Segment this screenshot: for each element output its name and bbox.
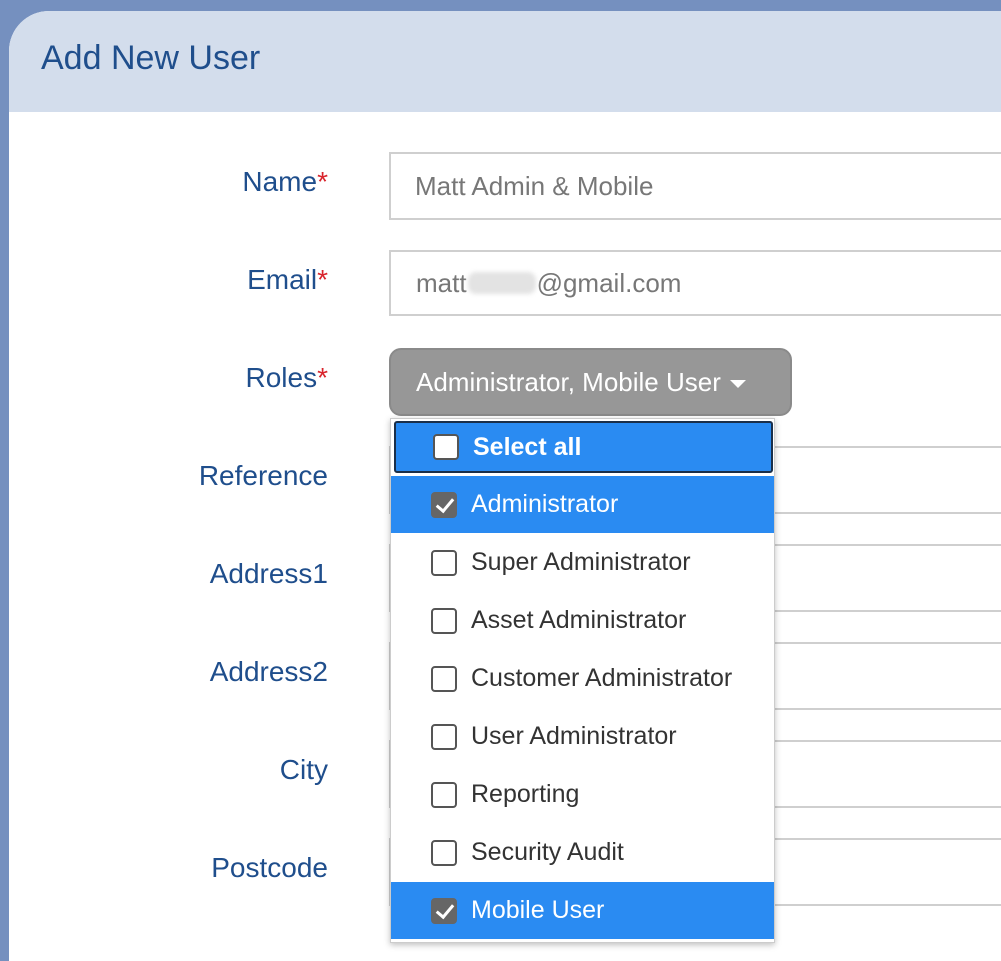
reference-label: Reference (198, 460, 328, 491)
caret-down-icon (729, 380, 746, 388)
email-value-prefix: matt (416, 267, 467, 298)
roles-dropdown-menu: Select all Administrator Super Administr… (390, 418, 775, 943)
city-label: City (279, 754, 328, 785)
role-option-mobile-user[interactable]: Mobile User (391, 882, 774, 939)
role-option-reporting[interactable]: Reporting (391, 766, 774, 823)
role-option-label: Administrator (471, 490, 619, 518)
roles-label: Roles* (246, 362, 329, 394)
checkbox-icon[interactable] (431, 723, 457, 750)
email-label-text: Email (247, 264, 318, 295)
select-all-label: Select all (473, 432, 582, 461)
required-marker: * (317, 166, 328, 197)
role-option-customer-administrator[interactable]: Customer Administrator (391, 650, 774, 707)
role-option-security-audit[interactable]: Security Audit (391, 824, 774, 881)
address1-label: Address1 (209, 558, 328, 589)
role-option-label: Security Audit (471, 838, 624, 866)
address2-label: Address2 (209, 656, 328, 687)
checkbox-icon[interactable] (431, 607, 457, 634)
role-option-label: User Administrator (471, 722, 677, 750)
checkbox-icon[interactable] (431, 781, 457, 808)
role-option-asset-administrator[interactable]: Asset Administrator (391, 592, 774, 649)
select-all-option[interactable]: Select all (394, 421, 773, 473)
checkbox-checked-icon[interactable] (431, 897, 457, 924)
name-input[interactable] (389, 152, 1001, 220)
page-title: Add New User (41, 39, 261, 77)
required-marker: * (317, 362, 328, 393)
roles-label-text: Roles (245, 362, 318, 393)
checkbox-checked-icon[interactable] (431, 491, 457, 518)
required-marker: * (317, 264, 328, 295)
checkbox-icon[interactable] (433, 434, 459, 460)
roles-selected-value: Administrator, Mobile User (416, 366, 721, 397)
email-input[interactable]: matt @gmail.com (389, 250, 1001, 316)
role-option-label: Reporting (471, 780, 580, 808)
name-label-text: Name (242, 166, 318, 197)
role-option-label: Super Administrator (471, 548, 691, 576)
email-label: Email* (247, 264, 328, 296)
role-option-label: Customer Administrator (471, 664, 733, 692)
name-label: Name* (242, 166, 328, 198)
role-option-administrator[interactable]: Administrator (391, 476, 774, 533)
checkbox-icon[interactable] (431, 549, 457, 576)
email-value-suffix: @gmail.com (536, 267, 682, 298)
panel-header: Add New User (9, 11, 1001, 112)
redacted-text (467, 272, 536, 294)
role-option-label: Mobile User (471, 896, 605, 924)
postcode-label: Postcode (211, 852, 328, 883)
checkbox-icon[interactable] (431, 839, 457, 866)
role-option-super-administrator[interactable]: Super Administrator (391, 534, 774, 591)
role-option-label: Asset Administrator (471, 606, 687, 634)
add-user-panel: Add New User Name* Email* matt@gmail.com… (9, 11, 1001, 961)
checkbox-icon[interactable] (431, 665, 457, 692)
role-option-user-administrator[interactable]: User Administrator (391, 708, 774, 765)
roles-dropdown-button[interactable]: Administrator, Mobile User (389, 348, 792, 416)
